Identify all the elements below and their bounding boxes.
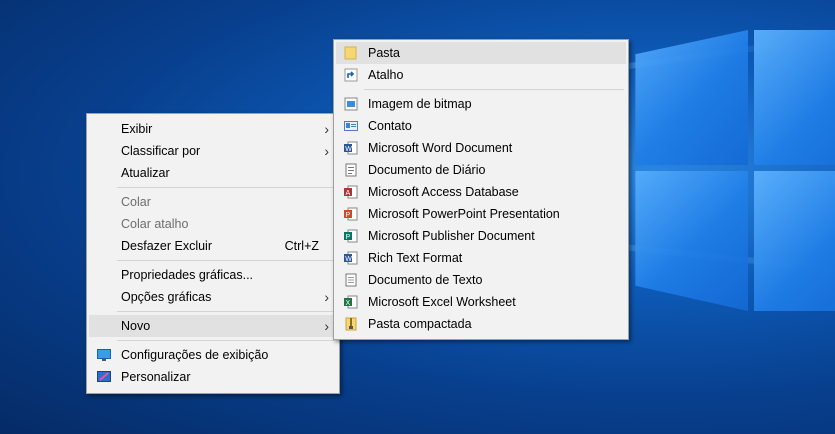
menu-item-label: Microsoft Word Document xyxy=(368,141,513,155)
menu-item-label: Pasta xyxy=(368,46,400,60)
submenu-item-diario[interactable]: Documento de Diário xyxy=(336,159,626,181)
menu-item-exibir[interactable]: Exibir › xyxy=(89,118,337,140)
contact-icon xyxy=(344,121,358,131)
chevron-right-icon: › xyxy=(324,318,329,334)
windows-logo xyxy=(620,30,835,320)
submenu-item-contato[interactable]: Contato xyxy=(336,115,626,137)
menu-item-novo[interactable]: Novo › xyxy=(89,315,337,337)
svg-text:X: X xyxy=(346,300,351,307)
shortcut-icon xyxy=(344,68,358,82)
display-settings-icon xyxy=(97,349,111,361)
menu-item-label: Microsoft Access Database xyxy=(368,185,519,199)
desktop-context-menu: Exibir › Classificar por › Atualizar Col… xyxy=(86,113,340,394)
text-document-icon xyxy=(345,273,357,287)
menu-item-desfazer-excluir[interactable]: Desfazer Excluir Ctrl+Z xyxy=(89,235,337,257)
personalize-icon xyxy=(97,371,111,382)
menu-separator xyxy=(117,340,335,341)
submenu-item-pasta[interactable]: Pasta xyxy=(336,42,626,64)
submenu-novo: Pasta Atalho Imagem de bitmap Contato W … xyxy=(333,39,629,340)
chevron-right-icon: › xyxy=(324,289,329,305)
bitmap-icon xyxy=(344,97,358,111)
powerpoint-icon: P xyxy=(344,207,358,221)
svg-text:P: P xyxy=(346,234,351,241)
menu-item-label: Rich Text Format xyxy=(368,251,463,265)
svg-text:A: A xyxy=(346,190,351,197)
menu-item-label: Colar atalho xyxy=(121,217,189,231)
menu-item-label: Atalho xyxy=(368,68,404,82)
menu-item-configuracoes-exibicao[interactable]: Configurações de exibição xyxy=(89,344,337,366)
menu-separator xyxy=(117,260,335,261)
rtf-icon: W xyxy=(344,251,358,265)
excel-icon: X xyxy=(344,295,358,309)
menu-item-colar[interactable]: Colar xyxy=(89,191,337,213)
menu-item-label: Exibir xyxy=(121,122,153,136)
journal-icon xyxy=(345,163,357,177)
submenu-item-atalho[interactable]: Atalho xyxy=(336,64,626,86)
submenu-item-texto[interactable]: Documento de Texto xyxy=(336,269,626,291)
menu-item-label: Documento de Diário xyxy=(368,163,486,177)
menu-item-label: Microsoft PowerPoint Presentation xyxy=(368,207,560,221)
zip-folder-icon xyxy=(345,317,357,331)
menu-separator xyxy=(117,311,335,312)
menu-item-classificar-por[interactable]: Classificar por › xyxy=(89,140,337,162)
submenu-item-pasta-compactada[interactable]: Pasta compactada xyxy=(336,313,626,335)
access-icon: A xyxy=(344,185,358,199)
submenu-item-publisher[interactable]: P Microsoft Publisher Document xyxy=(336,225,626,247)
menu-item-label: Imagem de bitmap xyxy=(368,97,472,111)
svg-text:P: P xyxy=(346,212,351,219)
menu-item-label: Personalizar xyxy=(121,370,191,384)
menu-separator xyxy=(364,89,624,90)
menu-item-label: Classificar por xyxy=(121,144,201,158)
menu-item-label: Desfazer Excluir xyxy=(121,239,212,253)
menu-item-label: Pasta compactada xyxy=(368,317,472,331)
menu-item-colar-atalho[interactable]: Colar atalho xyxy=(89,213,337,235)
menu-item-label: Propriedades gráficas... xyxy=(121,268,254,282)
menu-item-label: Atualizar xyxy=(121,166,170,180)
word-icon: W xyxy=(344,141,358,155)
menu-item-label: Configurações de exibição xyxy=(121,348,269,362)
menu-separator xyxy=(117,187,335,188)
publisher-icon: P xyxy=(344,229,358,243)
shortcut-label: Ctrl+Z xyxy=(284,239,319,253)
menu-item-label: Microsoft Excel Worksheet xyxy=(368,295,516,309)
submenu-item-powerpoint[interactable]: P Microsoft PowerPoint Presentation xyxy=(336,203,626,225)
menu-item-opcoes-graficas[interactable]: Opções gráficas › xyxy=(89,286,337,308)
svg-text:W: W xyxy=(345,256,352,263)
chevron-right-icon: › xyxy=(324,143,329,159)
menu-item-label: Contato xyxy=(368,119,412,133)
menu-item-label: Documento de Texto xyxy=(368,273,483,287)
svg-text:W: W xyxy=(345,146,352,153)
submenu-item-excel[interactable]: X Microsoft Excel Worksheet xyxy=(336,291,626,313)
menu-item-propriedades-graficas[interactable]: Propriedades gráficas... xyxy=(89,264,337,286)
menu-item-label: Novo xyxy=(121,319,151,333)
submenu-item-imagem-bitmap[interactable]: Imagem de bitmap xyxy=(336,93,626,115)
menu-item-label: Opções gráficas xyxy=(121,290,212,304)
menu-item-label: Microsoft Publisher Document xyxy=(368,229,535,243)
chevron-right-icon: › xyxy=(324,121,329,137)
submenu-item-word[interactable]: W Microsoft Word Document xyxy=(336,137,626,159)
folder-icon xyxy=(344,46,357,60)
submenu-item-access[interactable]: A Microsoft Access Database xyxy=(336,181,626,203)
menu-item-personalizar[interactable]: Personalizar xyxy=(89,366,337,388)
submenu-item-rtf[interactable]: W Rich Text Format xyxy=(336,247,626,269)
menu-item-label: Colar xyxy=(121,195,151,209)
menu-item-atualizar[interactable]: Atualizar xyxy=(89,162,337,184)
